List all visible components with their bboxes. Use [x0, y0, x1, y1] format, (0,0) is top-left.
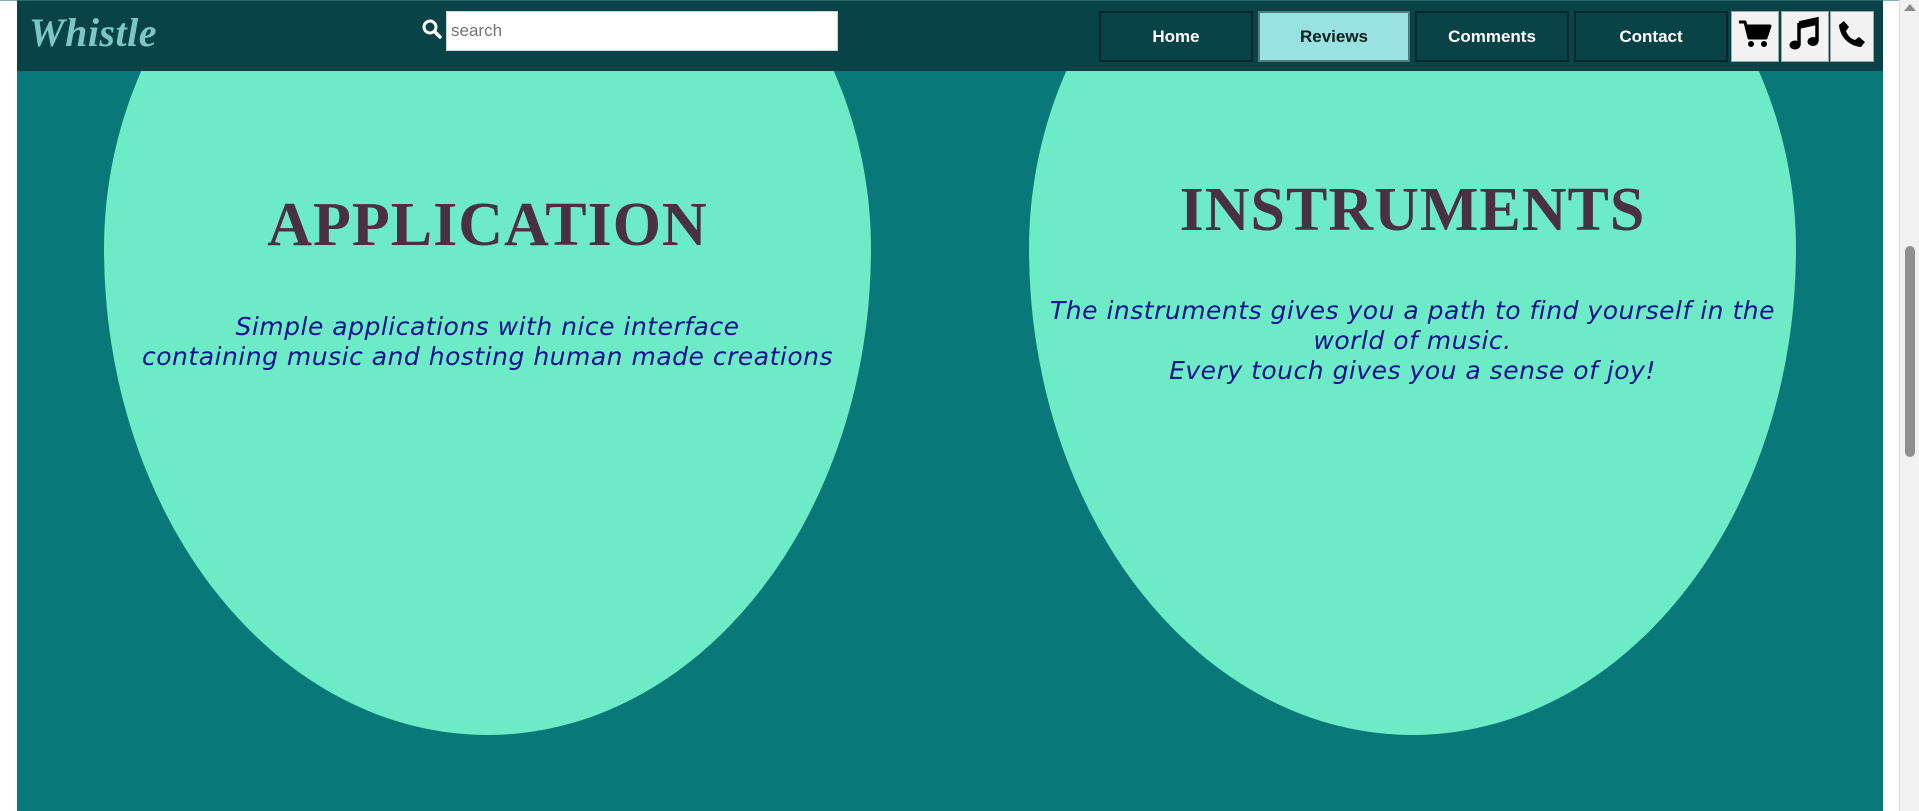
- search-icon: [421, 18, 443, 40]
- instruments-card: INSTRUMENTS The instruments gives you a …: [1029, 0, 1796, 735]
- nav-comments-button[interactable]: Comments: [1415, 11, 1569, 62]
- nav-home-button[interactable]: Home: [1099, 11, 1253, 62]
- music-note-icon: [1789, 16, 1821, 56]
- nav-reviews-button[interactable]: Reviews: [1258, 11, 1410, 62]
- page-content: APPLICATION Simple applications with nic…: [17, 0, 1883, 811]
- top-navbar: Whistle Home Reviews Comments Contact: [17, 0, 1883, 71]
- instruments-description-line: Every touch gives you a sense of joy!: [1169, 356, 1656, 385]
- cart-icon: [1738, 19, 1772, 54]
- scroll-up-arrow-icon[interactable]: [1904, 4, 1916, 11]
- phone-icon: [1837, 19, 1867, 54]
- instruments-description-line: The instruments gives you a path to find…: [1050, 296, 1775, 325]
- instruments-title: INSTRUMENTS: [1179, 176, 1646, 244]
- application-title: APPLICATION: [267, 191, 708, 259]
- application-description: Simple applications with nice interface …: [104, 312, 871, 372]
- scroll-thumb[interactable]: [1905, 246, 1915, 457]
- application-description-line: containing music and hosting human made …: [142, 342, 833, 371]
- application-description-line: Simple applications with nice interface: [235, 312, 740, 341]
- application-card: APPLICATION Simple applications with nic…: [104, 0, 871, 735]
- music-button[interactable]: [1781, 11, 1829, 62]
- vertical-scrollbar[interactable]: [1899, 0, 1919, 811]
- instruments-description: The instruments gives you a path to find…: [1029, 296, 1796, 386]
- nav-contact-button[interactable]: Contact: [1574, 11, 1728, 62]
- search-input[interactable]: [446, 11, 838, 51]
- cart-button[interactable]: [1731, 11, 1779, 62]
- page-left-margin: [0, 0, 17, 811]
- whistle-logo[interactable]: Whistle: [29, 11, 157, 55]
- phone-button[interactable]: [1830, 11, 1874, 62]
- instruments-description-line: world of music.: [1313, 326, 1512, 355]
